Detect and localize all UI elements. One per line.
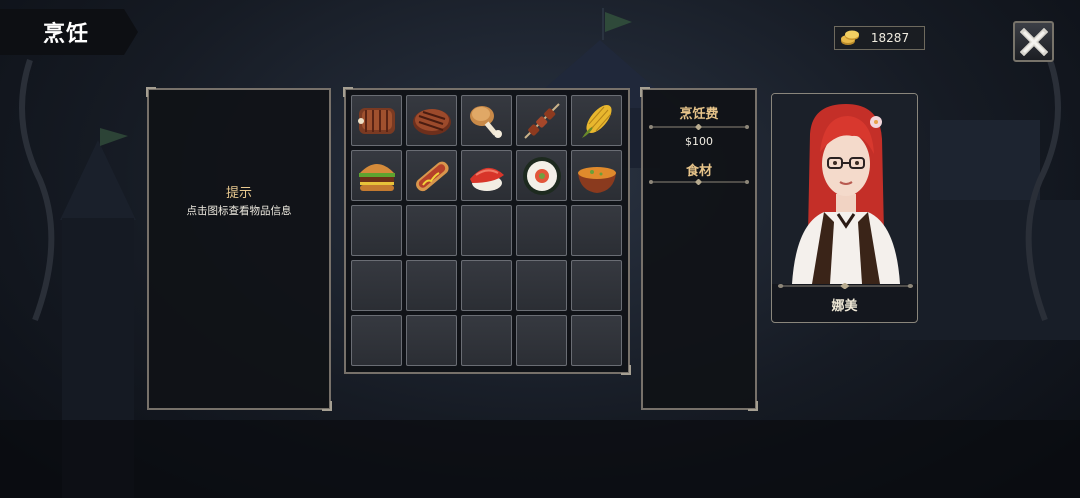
divider <box>778 283 913 289</box>
recipe-slot[interactable] <box>516 150 567 201</box>
empty-slot[interactable] <box>461 205 512 256</box>
empty-slot[interactable] <box>461 260 512 311</box>
recipe-slot[interactable] <box>571 150 622 201</box>
empty-slot[interactable] <box>516 315 567 366</box>
divider <box>649 179 749 185</box>
soup-icon <box>577 166 616 193</box>
recipe-slot[interactable] <box>516 95 567 146</box>
screen-title-bar: 烹饪 <box>0 9 138 55</box>
skewer-icon <box>523 102 560 139</box>
recipe-slot[interactable] <box>461 95 512 146</box>
cooking-fee-value: $100 <box>685 135 713 148</box>
ingredients-label: 食材 <box>685 164 712 179</box>
steak-icon <box>412 108 451 135</box>
cooking-fee-label: 烹饪费 <box>679 107 719 122</box>
empty-slot[interactable] <box>571 205 622 256</box>
corn-icon <box>581 104 612 138</box>
empty-slot[interactable] <box>351 260 402 311</box>
hint-title: 提示 <box>225 186 252 201</box>
empty-slot[interactable] <box>516 260 567 311</box>
item-info-panel: 提示 点击图标查看物品信息 <box>146 87 332 411</box>
empty-slot[interactable] <box>461 315 512 366</box>
character-portrait <box>772 94 917 284</box>
empty-slot[interactable] <box>351 315 402 366</box>
recipe-slot[interactable] <box>351 150 402 201</box>
burger-icon <box>358 163 395 191</box>
close-x-icon <box>1019 27 1048 56</box>
divider <box>649 124 749 130</box>
gold-coin-icon <box>841 30 859 45</box>
gold-amount: 18287 <box>870 31 910 45</box>
ribs-icon <box>357 107 395 134</box>
empty-slot[interactable] <box>406 315 457 366</box>
hint-text: 点击图标查看物品信息 <box>186 205 292 217</box>
sushi-roll-icon <box>522 156 561 195</box>
empty-slot[interactable] <box>571 260 622 311</box>
character-card: 娜美 <box>771 93 918 323</box>
empty-slot[interactable] <box>406 260 457 311</box>
hotdog-icon <box>415 161 449 191</box>
gold-counter: 18287 <box>834 26 925 50</box>
recipe-slot[interactable] <box>351 95 402 146</box>
recipe-slot[interactable] <box>461 150 512 201</box>
tuna-sushi-icon <box>469 167 504 191</box>
empty-slot[interactable] <box>406 205 457 256</box>
recipe-grid-panel <box>343 87 631 375</box>
cooking-cost-panel: 烹饪费 $100 食材 <box>640 87 758 411</box>
drumstick-icon <box>469 105 502 138</box>
character-name: 娜美 <box>831 299 858 314</box>
recipe-grid <box>351 95 623 366</box>
empty-slot[interactable] <box>571 315 622 366</box>
recipe-slot[interactable] <box>406 150 457 201</box>
screen-title: 烹饪 <box>43 22 90 47</box>
empty-slot[interactable] <box>351 205 402 256</box>
recipe-slot[interactable] <box>571 95 622 146</box>
recipe-slot[interactable] <box>406 95 457 146</box>
close-button[interactable] <box>1013 21 1054 62</box>
empty-slot[interactable] <box>516 205 567 256</box>
